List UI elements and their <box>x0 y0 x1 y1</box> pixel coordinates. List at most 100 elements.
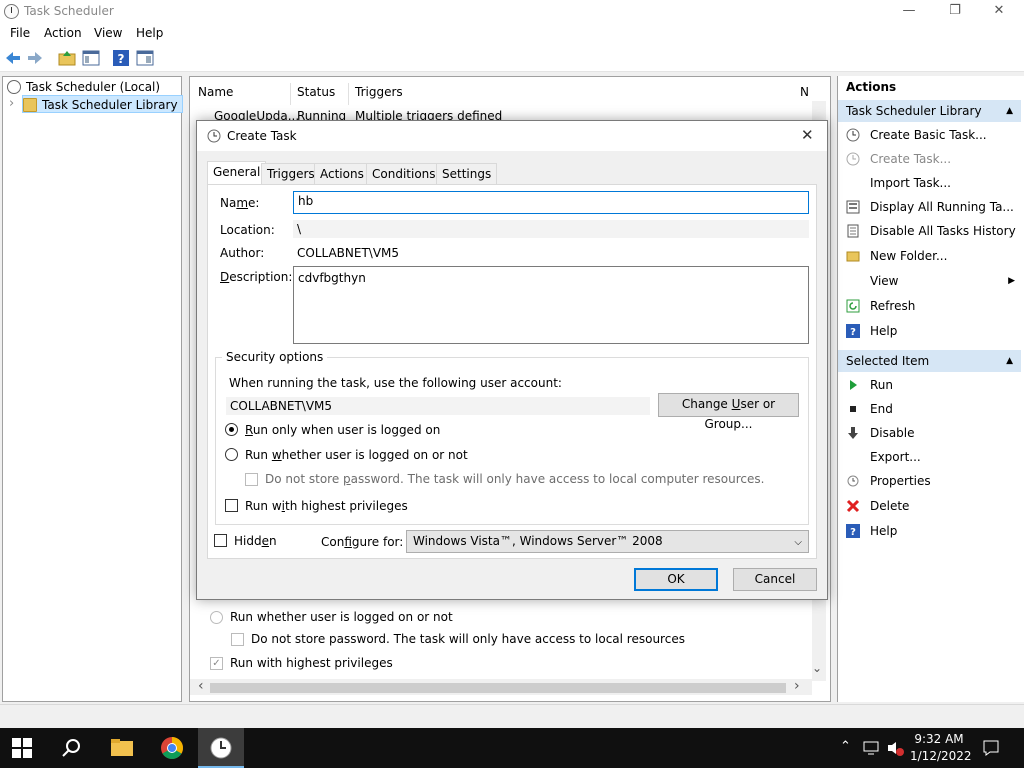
description-textarea[interactable]: cdvfbgthyn <box>293 266 809 344</box>
up-folder-icon[interactable] <box>58 49 76 67</box>
refresh-icon <box>846 299 860 313</box>
volume-muted-icon[interactable] <box>886 740 904 756</box>
windows-start-icon[interactable] <box>12 738 32 758</box>
action-create-basic-task[interactable]: Create Basic Task... <box>838 123 1021 147</box>
search-icon[interactable] <box>60 736 84 760</box>
action-label: Help <box>870 524 898 538</box>
action-end[interactable]: End <box>838 397 1021 421</box>
action-help[interactable]: ? Help <box>838 319 1021 343</box>
run-icon <box>850 380 857 390</box>
ok-button[interactable]: OK <box>634 568 718 591</box>
name-input[interactable]: hb <box>293 191 809 214</box>
section-selected-item[interactable]: Selected Item ▲ <box>838 350 1021 372</box>
expand-chevron-icon[interactable]: › <box>9 96 14 111</box>
clock-date[interactable]: 1/12/2022 <box>910 749 972 763</box>
console-tree: Task Scheduler (Local) › Task Scheduler … <box>2 76 183 702</box>
dialog-close-button[interactable]: ✕ <box>801 126 814 144</box>
action-label: Properties <box>870 474 931 488</box>
radio-run-only-logged-on-label[interactable]: Run only when user is logged on <box>245 423 440 437</box>
chrome-icon[interactable] <box>160 736 184 760</box>
window-title: Task Scheduler <box>24 4 114 18</box>
configure-for-dropdown[interactable]: Windows Vista™, Windows Server™ 2008 ⌵ <box>406 530 809 553</box>
folder-clock-icon <box>23 98 37 112</box>
svg-text:?: ? <box>850 527 856 538</box>
security-prompt: When running the task, use the following… <box>229 376 562 390</box>
hidden-label[interactable]: Hidden <box>234 534 277 548</box>
action-view[interactable]: View ▶ <box>838 269 1021 293</box>
properties-clock-icon <box>847 475 859 487</box>
disable-arrow-icon <box>848 427 858 439</box>
action-disable[interactable]: Disable <box>838 421 1021 445</box>
help-icon[interactable]: ? <box>112 49 130 67</box>
tab-actions[interactable]: Actions <box>314 163 370 185</box>
clock-icon <box>207 129 221 143</box>
back-arrow-icon[interactable] <box>4 49 22 67</box>
radio-run-only-logged-on[interactable] <box>225 423 238 436</box>
minimize-button[interactable]: — <box>886 0 932 24</box>
task-scheduler-taskbar-button[interactable] <box>198 728 244 768</box>
scroll-down-icon[interactable]: ⌄ <box>812 661 822 675</box>
menu-action[interactable]: Action <box>44 26 82 40</box>
history-icon <box>847 224 859 238</box>
notifications-icon[interactable] <box>982 739 1000 757</box>
tree-item-library[interactable]: Task Scheduler Library <box>22 95 183 113</box>
action-label: Refresh <box>870 299 916 313</box>
tab-general[interactable]: General <box>207 161 267 185</box>
section-task-scheduler-library[interactable]: Task Scheduler Library ▲ <box>838 100 1021 122</box>
change-user-button[interactable]: Change User or Group... <box>658 393 799 431</box>
forward-arrow-icon[interactable] <box>26 49 44 67</box>
action-label: Disable All Tasks History <box>870 224 1016 238</box>
action-export[interactable]: Export... <box>838 445 1021 469</box>
column-header-triggers[interactable]: Triggers <box>355 85 403 103</box>
clock-time[interactable]: 9:32 AM <box>912 732 966 746</box>
bg-radio-whether-label: Run whether user is logged on or not <box>230 610 453 624</box>
maximize-button[interactable]: ❐ <box>932 0 978 24</box>
radio-run-whether-logged-on[interactable] <box>225 448 238 461</box>
action-refresh[interactable]: Refresh <box>838 294 1021 318</box>
show-hide-action-pane-icon[interactable] <box>136 49 154 67</box>
action-import-task[interactable]: Import Task... <box>838 171 1021 195</box>
column-header-status[interactable]: Status <box>297 85 335 103</box>
tab-conditions[interactable]: Conditions <box>366 163 442 185</box>
status-bar <box>0 704 1024 728</box>
menu-file[interactable]: File <box>10 26 30 40</box>
action-create-task[interactable]: Create Task... <box>838 147 1021 171</box>
horizontal-scroll-thumb[interactable] <box>210 683 786 693</box>
show-hide-tree-icon[interactable] <box>82 49 100 67</box>
task-scheduler-icon <box>210 737 232 759</box>
column-header-next[interactable]: N <box>800 85 809 103</box>
action-disable-history[interactable]: Disable All Tasks History <box>838 219 1021 243</box>
action-help-selected[interactable]: ? Help <box>838 519 1021 543</box>
close-button[interactable]: ✕ <box>976 0 1022 24</box>
cancel-button[interactable]: Cancel <box>733 568 817 591</box>
tray-overflow-icon[interactable]: ⌃ <box>840 739 851 754</box>
file-explorer-icon[interactable] <box>110 736 134 760</box>
delete-x-icon <box>846 499 860 513</box>
network-icon[interactable] <box>862 740 880 756</box>
run-highest-privileges-label[interactable]: Run with highest privileges <box>245 499 408 513</box>
column-header-name[interactable]: Name <box>198 85 233 103</box>
action-delete[interactable]: Delete <box>838 494 1021 518</box>
configure-for-label: Configure for: <box>321 535 404 549</box>
scroll-left-icon[interactable]: ‹ <box>198 678 204 694</box>
checkbox-do-not-store-password[interactable] <box>245 473 258 486</box>
menu-view[interactable]: View <box>94 26 122 40</box>
tab-settings[interactable]: Settings <box>436 163 498 185</box>
svg-text:?: ? <box>850 327 856 338</box>
radio-run-whether-logged-on-label[interactable]: Run whether user is logged on or not <box>245 448 468 462</box>
help-icon: ? <box>846 524 860 538</box>
checkbox-hidden[interactable] <box>214 534 227 547</box>
scroll-right-icon[interactable]: › <box>794 678 800 694</box>
menu-help[interactable]: Help <box>136 26 163 40</box>
bg-radio-whether <box>210 611 223 624</box>
action-display-running[interactable]: Display All Running Ta... <box>838 195 1021 219</box>
tab-triggers[interactable]: Triggers <box>261 163 321 185</box>
action-properties[interactable]: Properties <box>838 469 1021 493</box>
action-label: Display All Running Ta... <box>870 200 1014 214</box>
checkbox-run-highest-privileges[interactable] <box>225 499 238 512</box>
section-title: Selected Item <box>846 354 930 368</box>
general-tab-panel: Name: hb Location: \ Author: COLLABNET\V… <box>207 184 817 559</box>
action-new-folder[interactable]: New Folder... <box>838 244 1021 268</box>
tree-item-root[interactable]: Task Scheduler (Local) <box>7 78 160 96</box>
action-run[interactable]: Run <box>838 373 1021 397</box>
